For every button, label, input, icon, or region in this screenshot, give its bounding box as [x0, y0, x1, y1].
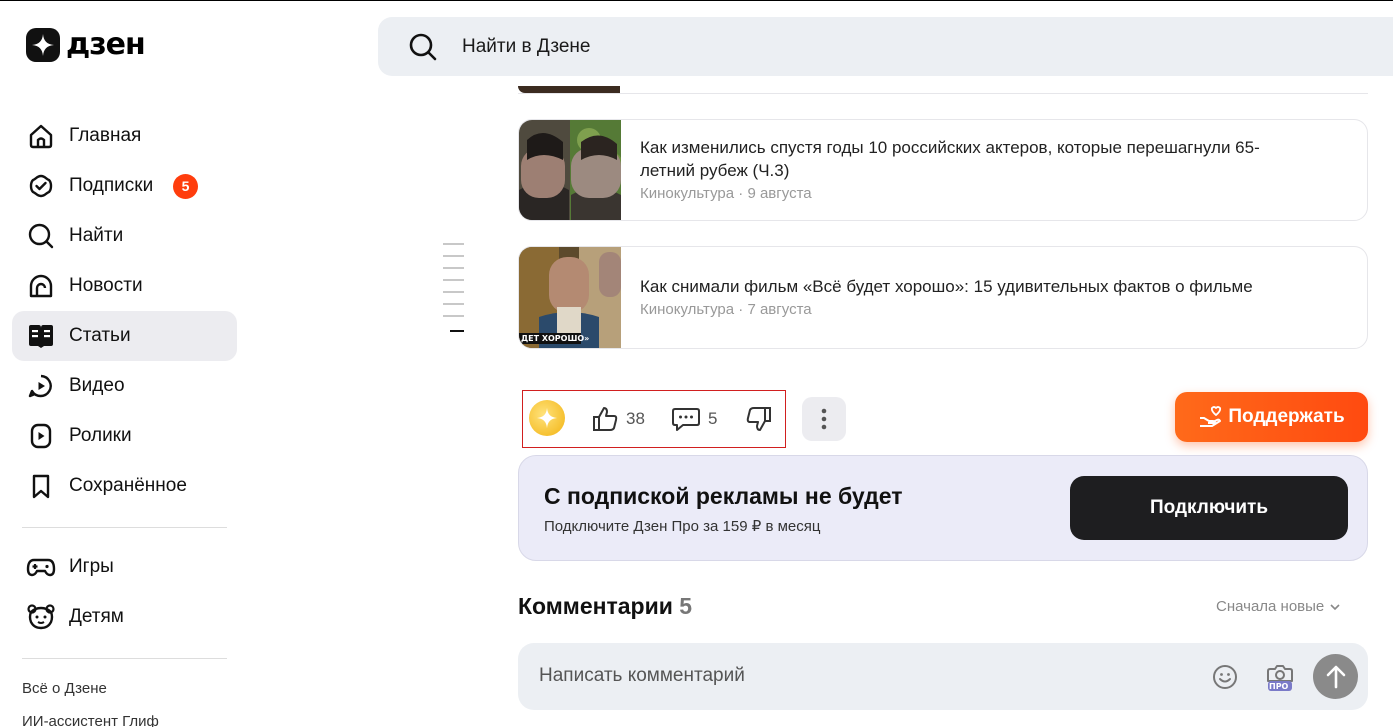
donate-hand-icon	[1200, 406, 1222, 427]
photo-upload-button[interactable]: ПРО	[1263, 660, 1297, 694]
article-meta: Кинокультура · 9 августа	[640, 185, 812, 202]
comments-heading: Комментарии 5	[518, 593, 692, 620]
sidebar-item-label: Главная	[69, 125, 142, 146]
like-button[interactable]: 38	[591, 403, 645, 435]
subscribe-button[interactable]: Подключить	[1070, 476, 1348, 540]
sidebar-item-shorts[interactable]: Ролики	[12, 411, 237, 461]
emoji-button[interactable]	[1211, 663, 1239, 691]
comment-input-box[interactable]: Написать комментарий ПРО	[518, 643, 1368, 710]
sidebar-item-label: Подписки	[69, 175, 154, 196]
zen-star-icon	[26, 28, 60, 62]
thumbs-down-icon	[746, 407, 771, 431]
smiley-icon	[1213, 665, 1237, 689]
header: дзен Найти в Дзене	[0, 1, 1393, 91]
bookmark-icon	[26, 471, 56, 501]
sidebar-item-kids[interactable]: Детям	[12, 592, 237, 642]
sidebar-item-label: Игры	[69, 556, 114, 577]
star-icon	[536, 407, 558, 429]
comments-total: 5	[679, 593, 693, 619]
dislike-button[interactable]	[745, 403, 773, 435]
article-card-partial[interactable]	[518, 86, 1368, 94]
about-zen-link[interactable]: Всё о Дзене	[22, 680, 107, 697]
sidebar-item-label: Новости	[69, 275, 143, 296]
reactions-bar: 38 5	[522, 390, 786, 448]
zen-logo[interactable]: дзен	[26, 27, 146, 62]
ai-assistant-link[interactable]: ИИ-ассистент Глиф	[22, 713, 159, 727]
search-icon	[409, 33, 437, 60]
subscriptions-count-badge: 5	[173, 173, 198, 199]
more-options-button[interactable]	[802, 397, 846, 441]
article-thumbnail: ДЕТ ХОРОШО»	[519, 247, 621, 348]
kids-icon	[26, 602, 56, 632]
sidebar-item-articles[interactable]: Статьи	[12, 311, 237, 361]
sidebar-item-news[interactable]: Новости	[12, 261, 237, 311]
thumbnail-caption: ДЕТ ХОРОШО»	[521, 334, 590, 343]
sidebar-item-search[interactable]: Найти	[12, 211, 237, 261]
sort-label: Сначала новые	[1216, 598, 1325, 615]
sidebar-item-video[interactable]: Видео	[12, 361, 237, 411]
article-scroll-indicator[interactable]	[443, 243, 465, 335]
comment-count: 5	[708, 409, 718, 428]
sidebar-item-saved[interactable]: Сохранённое	[12, 461, 237, 511]
sidebar-item-label: Сохранённое	[69, 475, 187, 496]
arrow-up-icon	[1326, 665, 1345, 688]
sidebar-item-label: Статьи	[69, 325, 131, 346]
article-meta: Кинокультура · 7 августа	[640, 301, 812, 318]
sidebar-item-label: Детям	[69, 606, 124, 627]
comment-input[interactable]: Написать комментарий	[539, 665, 745, 687]
thumbs-up-icon	[593, 407, 618, 431]
article-card[interactable]: ДЕТ ХОРОШО» Как снимали фильм «Всё будет…	[518, 246, 1368, 349]
send-comment-button[interactable]	[1313, 654, 1358, 699]
sidebar-item-games[interactable]: Игры	[12, 542, 237, 592]
article-date: 9 августа	[747, 185, 812, 202]
article-card[interactable]: Как изменились спустя годы 10 российских…	[518, 119, 1368, 221]
promo-title: С подпиской рекламы не будет	[544, 483, 903, 509]
comments-button[interactable]: 5	[671, 403, 717, 435]
video-icon	[26, 371, 56, 401]
zen-pro-promo-banner: С подпиской рекламы не будет Подключите …	[518, 455, 1368, 561]
articles-icon	[26, 321, 56, 351]
shorts-icon	[26, 421, 56, 451]
subscriptions-icon	[26, 171, 56, 201]
search-input[interactable]: Найти в Дзене	[462, 36, 591, 58]
support-button-label: Поддержать	[1228, 406, 1345, 427]
logo-text: дзен	[66, 27, 146, 62]
sidebar-item-label: Ролики	[69, 425, 132, 446]
article-source: Кинокультура	[640, 185, 735, 202]
search-icon	[26, 221, 56, 251]
article-date: 7 августа	[747, 301, 812, 318]
like-count: 38	[626, 409, 645, 428]
article-thumbnail	[518, 86, 620, 93]
comments-sort-dropdown[interactable]: Сначала новые	[1216, 598, 1340, 615]
comment-icon	[672, 408, 700, 431]
sidebar-item-home[interactable]: Главная	[12, 111, 237, 161]
kebab-menu-icon	[821, 408, 827, 430]
article-source: Кинокультура	[640, 301, 735, 318]
zen-star-reaction-button[interactable]	[529, 400, 565, 436]
pro-label: ПРО	[1269, 682, 1289, 691]
article-title: Как изменились спустя годы 10 российских…	[640, 138, 1260, 180]
sidebar-item-label: Видео	[69, 375, 125, 396]
home-icon	[26, 121, 56, 151]
sidebar-divider	[22, 658, 227, 659]
article-thumbnail	[519, 120, 623, 220]
gamepad-icon	[26, 552, 56, 582]
article-title: Как снимали фильм «Всё будет хорошо»: 15…	[640, 277, 1253, 296]
news-icon	[26, 271, 56, 301]
comments-title: Комментарии	[518, 593, 673, 619]
sidebar-divider	[22, 527, 227, 528]
search-bar[interactable]: Найти в Дзене	[378, 17, 1393, 76]
sidebar-item-subscriptions[interactable]: Подписки 5	[12, 161, 237, 211]
promo-subtitle: Подключите Дзен Про за 159 ₽ в месяц	[544, 518, 821, 535]
sidebar-item-label: Найти	[69, 225, 124, 246]
support-author-button[interactable]: Поддержать	[1175, 392, 1368, 442]
chevron-down-icon	[1330, 603, 1340, 610]
